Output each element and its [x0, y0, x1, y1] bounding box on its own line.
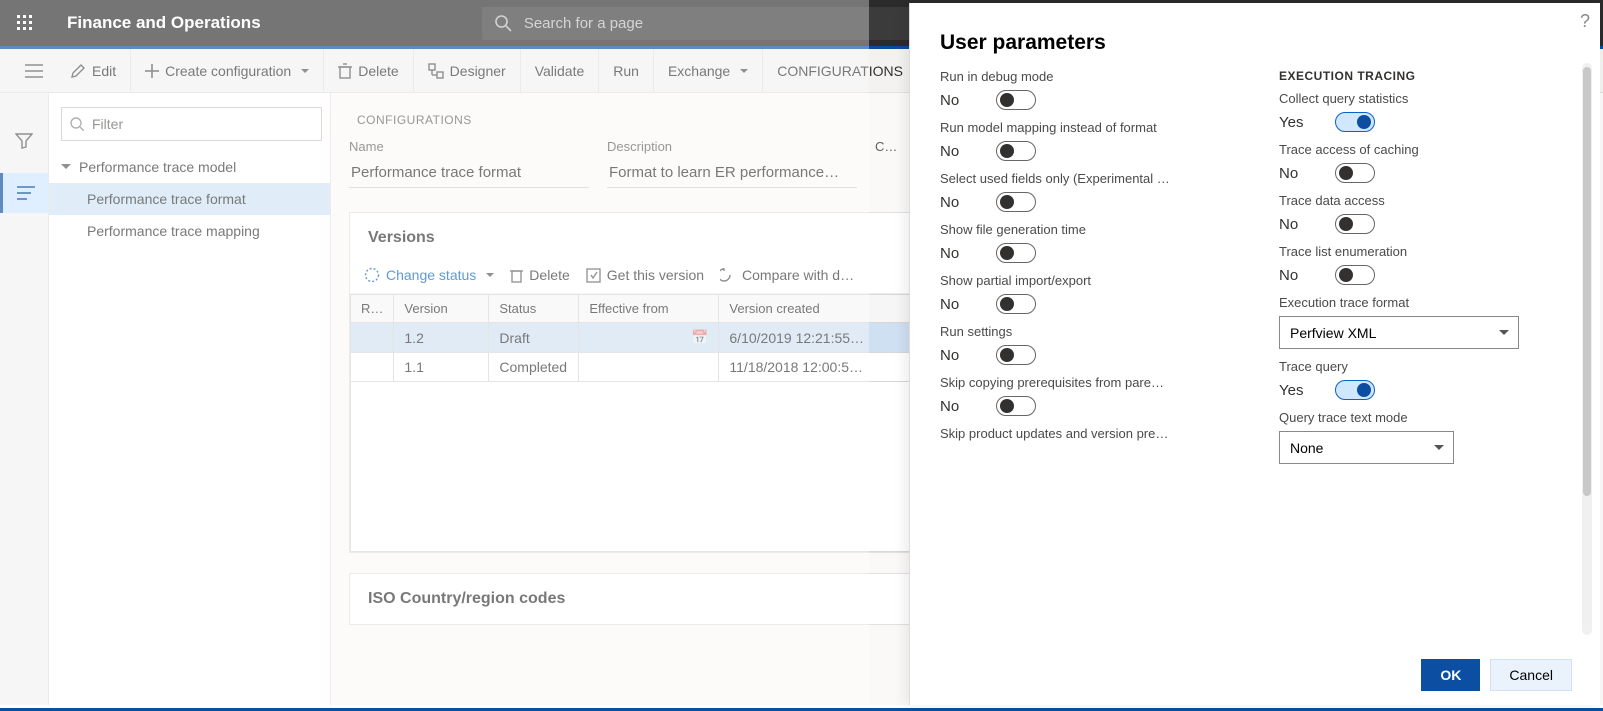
change-status-button[interactable]: Change status [364, 267, 494, 283]
list-rail-icon[interactable] [0, 173, 48, 213]
extra-label: C… [875, 139, 905, 154]
create-label: Create configuration [165, 63, 291, 79]
toggle-trace-query[interactable] [1335, 380, 1375, 400]
designer-button[interactable]: Designer [414, 49, 521, 93]
filter-placeholder: Filter [92, 116, 123, 132]
get-version-button[interactable]: Get this version [586, 267, 704, 283]
tree-item-format[interactable]: Performance trace format [49, 183, 330, 215]
col-r[interactable]: R… [351, 295, 394, 323]
exchange-button[interactable]: Exchange [654, 49, 763, 93]
dialog-right-column: EXECUTION TRACING Collect query statisti… [1279, 69, 1570, 645]
app-launcher-icon[interactable] [0, 0, 49, 48]
dialog-scrollbar[interactable] [1582, 63, 1592, 635]
desc-label: Description [607, 139, 857, 154]
tree-root[interactable]: Performance trace model [49, 151, 330, 183]
brand-title: Finance and Operations [67, 13, 261, 33]
cancel-button[interactable]: Cancel [1490, 659, 1572, 691]
toggle-partial-import[interactable] [996, 294, 1036, 314]
validate-button[interactable]: Validate [521, 49, 600, 93]
toggle-skip-prereq[interactable] [996, 396, 1036, 416]
help-icon[interactable]: ? [1580, 11, 1590, 32]
user-parameters-dialog: ? User parameters Run in debug mode No R… [909, 3, 1600, 705]
delete-button[interactable]: Delete [324, 49, 413, 93]
tree-item-mapping[interactable]: Performance trace mapping [49, 215, 330, 247]
toggle-model-mapping[interactable] [996, 141, 1036, 161]
side-rail [0, 93, 49, 705]
edit-button[interactable]: Edit [56, 49, 131, 93]
col-status[interactable]: Status [489, 295, 579, 323]
query-mode-select[interactable] [1279, 431, 1454, 464]
toggle-debug[interactable] [996, 90, 1036, 110]
create-configuration-button[interactable]: Create configuration [131, 49, 324, 93]
caret-down-icon [61, 164, 71, 174]
nav-toggle-icon[interactable] [12, 64, 56, 78]
dialog-left-column: Run in debug mode No Run model mapping i… [940, 69, 1231, 645]
toggle-collect-stats[interactable] [1335, 112, 1375, 132]
run-button[interactable]: Run [599, 49, 654, 93]
delete-label: Delete [358, 63, 398, 79]
name-value[interactable]: Performance trace format [349, 160, 589, 188]
execution-tracing-heading: EXECUTION TRACING [1279, 69, 1570, 83]
tree-panel: Filter Performance trace model Performan… [49, 93, 331, 705]
search-icon [494, 14, 512, 32]
toggle-trace-data[interactable] [1335, 214, 1375, 234]
designer-label: Designer [450, 63, 506, 79]
exec-format-select[interactable] [1279, 316, 1519, 349]
tree-filter-input[interactable]: Filter [61, 107, 322, 141]
toggle-run-settings[interactable] [996, 345, 1036, 365]
ok-button[interactable]: OK [1421, 659, 1480, 691]
toggle-used-fields[interactable] [996, 192, 1036, 212]
toggle-file-gen-time[interactable] [996, 243, 1036, 263]
toggle-trace-caching[interactable] [1335, 163, 1375, 183]
edit-label: Edit [92, 63, 116, 79]
col-version[interactable]: Version [394, 295, 489, 323]
compare-button[interactable]: Compare with d… [720, 267, 854, 283]
configurations-tab[interactable]: CONFIGURATIONS [763, 49, 917, 93]
versions-delete-button[interactable]: Delete [510, 267, 569, 283]
filter-rail-icon[interactable] [15, 133, 33, 149]
dialog-title: User parameters [910, 3, 1600, 59]
tree-root-label: Performance trace model [79, 159, 236, 175]
col-effective[interactable]: Effective from [579, 295, 719, 323]
calendar-icon: 📅 [691, 329, 708, 346]
name-label: Name [349, 139, 589, 154]
toggle-trace-list[interactable] [1335, 265, 1375, 285]
desc-value[interactable]: Format to learn ER performance… [607, 160, 857, 188]
